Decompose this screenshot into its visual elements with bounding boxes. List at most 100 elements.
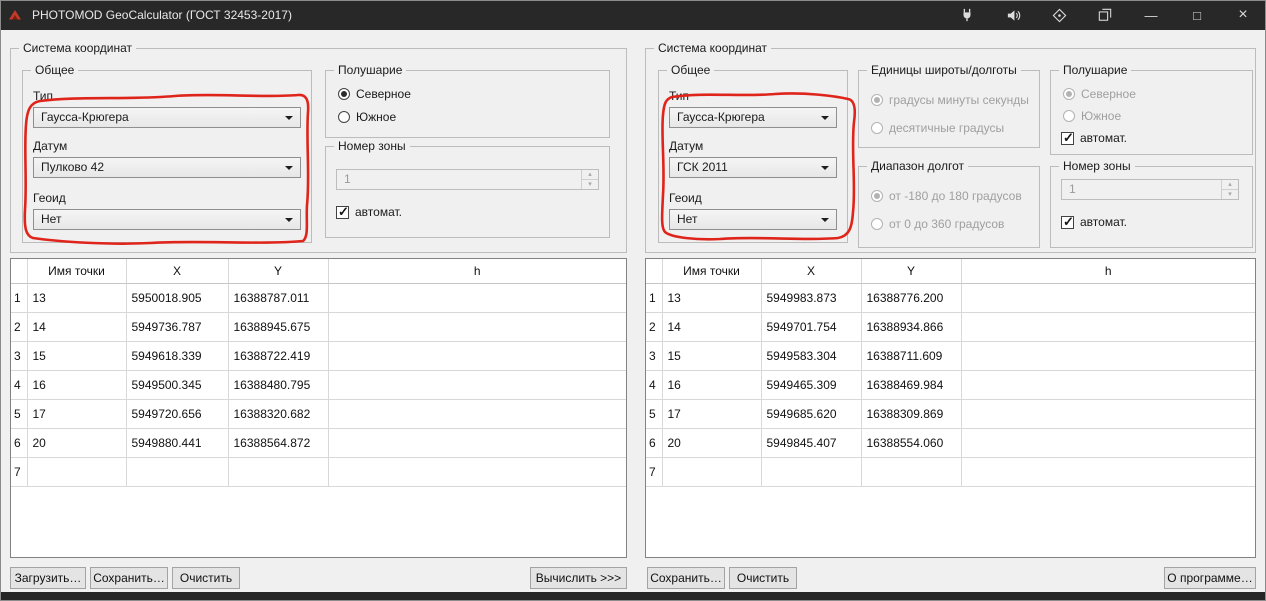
table-cell[interactable]: [228, 457, 328, 486]
table-cell[interactable]: 17: [662, 399, 761, 428]
table-cell[interactable]: [861, 457, 961, 486]
table-cell[interactable]: [662, 457, 761, 486]
col-header-x[interactable]: X: [126, 259, 228, 283]
target-icon[interactable]: [1036, 0, 1082, 30]
type-select[interactable]: Гаусса-Крюгера: [669, 107, 837, 128]
row-number[interactable]: 7: [646, 457, 662, 486]
col-header-h[interactable]: h: [961, 259, 1255, 283]
load-button[interactable]: Загрузить…: [10, 567, 86, 589]
table-cell[interactable]: 20: [662, 428, 761, 457]
row-number[interactable]: 5: [646, 399, 662, 428]
table-cell[interactable]: [126, 457, 228, 486]
table-cell[interactable]: [328, 457, 626, 486]
table-cell[interactable]: [328, 312, 626, 341]
table-cell[interactable]: [761, 457, 861, 486]
row-number[interactable]: 3: [11, 341, 27, 370]
spin-up-icon[interactable]: ▴: [1222, 180, 1238, 190]
zone-auto-checkbox[interactable]: автомат.: [336, 205, 402, 219]
table-cell[interactable]: 16388309.869: [861, 399, 961, 428]
table-cell[interactable]: 5949618.339: [126, 341, 228, 370]
table-cell[interactable]: 13: [662, 283, 761, 312]
row-number[interactable]: 2: [646, 312, 662, 341]
table-cell[interactable]: 5949880.441: [126, 428, 228, 457]
col-header-h[interactable]: h: [328, 259, 626, 283]
table-cell[interactable]: 16388554.060: [861, 428, 961, 457]
table-cell[interactable]: 5949685.620: [761, 399, 861, 428]
table-cell[interactable]: 5950018.905: [126, 283, 228, 312]
plug-icon[interactable]: [944, 0, 990, 30]
maximize-button[interactable]: □: [1174, 0, 1220, 30]
table-cell[interactable]: 16: [27, 370, 126, 399]
row-number[interactable]: 3: [646, 341, 662, 370]
close-button[interactable]: ×: [1220, 0, 1266, 30]
datum-select[interactable]: ГСК 2011: [669, 157, 837, 178]
clear-button-right[interactable]: Очистить: [729, 567, 797, 589]
calculate-button[interactable]: Вычислить >>>: [530, 567, 627, 589]
table-cell[interactable]: 16388787.011: [228, 283, 328, 312]
row-number[interactable]: 4: [11, 370, 27, 399]
row-number[interactable]: 1: [646, 283, 662, 312]
table-cell[interactable]: 16388776.200: [861, 283, 961, 312]
table-cell[interactable]: [328, 399, 626, 428]
table-cell[interactable]: 5949583.304: [761, 341, 861, 370]
row-number[interactable]: 5: [11, 399, 27, 428]
save-button-right[interactable]: Сохранить…: [647, 567, 725, 589]
table-cell[interactable]: 5949983.873: [761, 283, 861, 312]
table-cell[interactable]: [328, 428, 626, 457]
table-cell[interactable]: [328, 341, 626, 370]
table-cell[interactable]: 16388320.682: [228, 399, 328, 428]
table-cell[interactable]: [961, 428, 1255, 457]
hemisphere-auto-checkbox[interactable]: автомат.: [1061, 131, 1127, 145]
table-cell[interactable]: 16388945.675: [228, 312, 328, 341]
table-cell[interactable]: 5949720.656: [126, 399, 228, 428]
geoid-select[interactable]: Нет: [669, 209, 837, 230]
speaker-icon[interactable]: [990, 0, 1036, 30]
row-number[interactable]: 6: [11, 428, 27, 457]
table-cell[interactable]: [27, 457, 126, 486]
table-cell[interactable]: 17: [27, 399, 126, 428]
table-cell[interactable]: 5949500.345: [126, 370, 228, 399]
table-cell[interactable]: 16388480.795: [228, 370, 328, 399]
about-button[interactable]: О программе…: [1164, 567, 1256, 589]
table-cell[interactable]: 16388469.984: [861, 370, 961, 399]
right-points-table[interactable]: Имя точки X Y h 1135949983.87316388776.2…: [645, 258, 1256, 558]
datum-select[interactable]: Пулково 42: [33, 157, 301, 178]
spin-up-icon[interactable]: ▴: [582, 170, 598, 180]
window-restore-icon[interactable]: [1082, 0, 1128, 30]
save-button-left[interactable]: Сохранить…: [90, 567, 168, 589]
table-cell[interactable]: 16388564.872: [228, 428, 328, 457]
row-number[interactable]: 1: [11, 283, 27, 312]
row-number[interactable]: 6: [646, 428, 662, 457]
table-cell[interactable]: 15: [662, 341, 761, 370]
table-cell[interactable]: 5949701.754: [761, 312, 861, 341]
table-cell[interactable]: 14: [27, 312, 126, 341]
table-cell[interactable]: 15: [27, 341, 126, 370]
table-cell[interactable]: 20: [27, 428, 126, 457]
table-cell[interactable]: [961, 341, 1255, 370]
table-cell[interactable]: 5949465.309: [761, 370, 861, 399]
zone-auto-checkbox[interactable]: автомат.: [1061, 215, 1127, 229]
clear-button-left[interactable]: Очистить: [172, 567, 240, 589]
left-points-table[interactable]: Имя точки X Y h 1135950018.90516388787.0…: [10, 258, 627, 558]
col-header-point-name[interactable]: Имя точки: [662, 259, 761, 283]
spin-down-icon[interactable]: ▾: [1222, 190, 1238, 199]
table-cell[interactable]: 16: [662, 370, 761, 399]
table-cell[interactable]: [328, 370, 626, 399]
table-cell[interactable]: [961, 399, 1255, 428]
row-number[interactable]: 7: [11, 457, 27, 486]
table-cell[interactable]: 5949736.787: [126, 312, 228, 341]
row-number[interactable]: 2: [11, 312, 27, 341]
type-select[interactable]: Гаусса-Крюгера: [33, 107, 301, 128]
table-cell[interactable]: [961, 457, 1255, 486]
table-cell[interactable]: 16388934.866: [861, 312, 961, 341]
col-header-y[interactable]: Y: [228, 259, 328, 283]
table-cell[interactable]: 13: [27, 283, 126, 312]
geoid-select[interactable]: Нет: [33, 209, 301, 230]
table-cell[interactable]: 16388722.419: [228, 341, 328, 370]
radio-south[interactable]: Южное: [338, 110, 396, 124]
zone-number-input[interactable]: 1 ▴ ▾: [1061, 179, 1239, 200]
table-cell[interactable]: 5949845.407: [761, 428, 861, 457]
spin-down-icon[interactable]: ▾: [582, 180, 598, 189]
table-cell[interactable]: [961, 312, 1255, 341]
table-cell[interactable]: 16388711.609: [861, 341, 961, 370]
